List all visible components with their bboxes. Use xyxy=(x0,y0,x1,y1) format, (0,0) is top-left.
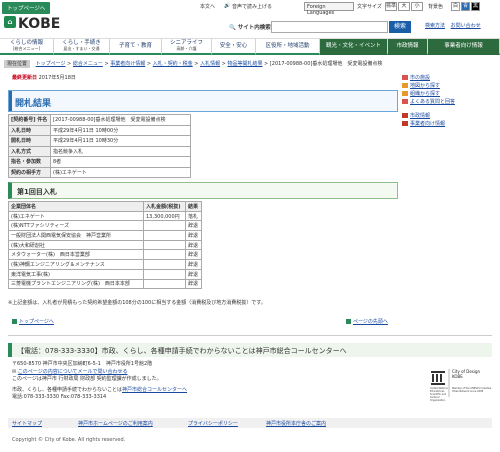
side-link-organization[interactable]: 組織から探す xyxy=(402,90,497,97)
bg-black-button[interactable]: 黒 xyxy=(471,2,480,11)
size-standard-button[interactable]: 標準 xyxy=(385,2,397,11)
breadcrumb-current-label: 現在位置 xyxy=(4,60,31,68)
table-row: (株)神鋼エンジニアリング＆メンテナンス 辞退 xyxy=(8,259,202,270)
nav-item-business[interactable]: 事業者向け情報 xyxy=(428,38,500,55)
page-top-link[interactable]: ページの先頭へ xyxy=(346,318,388,325)
side-link-city-info[interactable]: 市政情報 xyxy=(402,112,497,119)
breadcrumb-item[interactable]: 物品等開札結果 xyxy=(227,61,262,67)
speaker-icon: 🔊 xyxy=(224,3,231,9)
unesco-org-text: United Nations Educational, Scientific a… xyxy=(430,387,448,402)
read-aloud-button[interactable]: 音声で読み上げる xyxy=(232,3,272,10)
table-row: (株)NTTファシリティーズ 辞退 xyxy=(8,220,202,232)
section-heading: 第1回目入札 xyxy=(8,182,398,199)
table-row: メタウォーター(株) 西日本営業部 辞退 xyxy=(8,249,202,261)
business-icon xyxy=(402,121,408,126)
language-select[interactable]: Foreign Languages xyxy=(304,2,354,16)
kobe-logo[interactable]: ⌂ KOBE xyxy=(4,16,60,32)
nav-item-senior[interactable]: シニアライフ 高齢・介護 xyxy=(162,38,212,55)
footer-link-guide[interactable]: 神戸市ホームページのご利用案内 xyxy=(78,420,153,427)
contact-address: 〒650-8570 神戸市中央区加納町6-5-1 神戸市役所1号館2階 ✉ この… xyxy=(12,361,188,400)
bg-white-button[interactable]: 白 xyxy=(451,2,460,11)
table-row: (株)大和研創社 辞退 xyxy=(8,239,202,251)
side-link-map[interactable]: 地図から探す xyxy=(402,82,497,89)
skip-to-body-link[interactable]: 本文へ xyxy=(200,3,215,10)
nav-item-tourism[interactable]: 観光・文化・イベント xyxy=(320,38,388,55)
facility-icon xyxy=(402,75,408,80)
nav-item-life-info[interactable]: くらしの情報 [総合メニュー] xyxy=(0,38,54,55)
breadcrumb-item[interactable]: 事業者向け情報 xyxy=(110,61,145,67)
footer-link-city-hall[interactable]: 神戸市役所本庁舎のご案内 xyxy=(266,420,326,427)
breadcrumb-item[interactable]: 入札情報 xyxy=(200,61,220,67)
table-row: 一般財団法人関西電気保安協会 神戸営業所 辞退 xyxy=(8,230,202,241)
search-input[interactable] xyxy=(271,21,388,33)
size-small-button[interactable]: 小 xyxy=(411,2,423,11)
city-info-icon xyxy=(402,113,408,118)
price-note: ※上記金額は、入札者が見積もった契約希望金額の108分の100に相当する金額（消… xyxy=(8,300,266,306)
page-title-box: 開札結果 xyxy=(8,90,398,112)
kobe-emblem-icon: ⌂ xyxy=(4,16,16,28)
table-row: 指名・参加数 8者 xyxy=(8,156,191,168)
to-top-button[interactable]: トップページへ xyxy=(2,2,51,14)
arrow-icon xyxy=(12,319,17,324)
side-menu: 市の施設 地図から探す 組織から探す よくある質問と回答 市政情報 事業者向け情… xyxy=(402,74,497,128)
nav-item-procedures[interactable]: くらし・手続き 届出・すまい・交通 xyxy=(54,38,110,55)
breadcrumb-current: [2017-00988-00]垂水処理場他 受変電設備点検 xyxy=(269,61,383,67)
bid-info-table: [契約番号] 件名 [2017-00988-00]垂水処理場他 受変電設備点検 入… xyxy=(8,114,191,178)
footer-link-sitemap[interactable]: サイトマップ xyxy=(12,420,42,427)
call-center-link[interactable]: 神戸市総合コールセンターへ xyxy=(122,387,187,393)
breadcrumb: 現在位置 トップページ > 総合メニュー > 事業者向け情報 > 入札・契約・税… xyxy=(4,60,383,68)
arrow-up-icon xyxy=(346,319,351,324)
search-label: 🔍 サイト内検索 xyxy=(229,25,271,31)
to-top-link[interactable]: トップページへ xyxy=(12,318,54,325)
size-large-button[interactable]: 大 xyxy=(398,2,410,11)
header-links: 検索方法 お問い合わせ xyxy=(425,22,481,29)
table-header-row: 企業団体名 入札金額(税抜) 結果 xyxy=(8,201,202,212)
call-center-banner: 【電話：078-333-3330】市政、くらし、各種申請手続でわからないことは神… xyxy=(8,343,492,357)
page-title: 開札結果 xyxy=(15,99,52,109)
footer-links: サイトマップ 神戸市ホームページのご利用案内 プライバシーポリシー 神戸市役所本… xyxy=(8,418,492,428)
nav-item-safety[interactable]: 安全・安心 xyxy=(212,38,256,55)
unesco-city-text: City of Design KOBE xyxy=(452,369,481,379)
breadcrumb-item[interactable]: トップページ xyxy=(36,61,66,67)
text-size-label: 文字サイズ xyxy=(357,4,382,10)
table-row: (株)エネゲート 13,300,000円 落札 xyxy=(8,210,202,222)
table-row: [契約番号] 件名 [2017-00988-00]垂水処理場他 受変電設備点検 xyxy=(8,114,191,126)
breadcrumb-item[interactable]: 総合メニュー xyxy=(73,61,103,67)
global-nav: くらしの情報 [総合メニュー] くらし・手続き 届出・すまい・交通 子育て・教育 シ… xyxy=(0,38,500,55)
faq-icon xyxy=(402,99,408,104)
bg-blue-button[interactable]: 青 xyxy=(461,2,470,11)
footer-link-privacy[interactable]: プライバシーポリシー xyxy=(188,420,238,427)
table-row: 東洋電気工事(株) 辞退 xyxy=(8,268,202,280)
table-row: 三菱電機プラントエンジニアリング(株) 西日本本部 辞退 xyxy=(8,278,202,290)
table-row: 開札日時 平成29年4月11日 10時30分 xyxy=(8,135,191,147)
last-updated: 最終更新日 2017年5月18日 xyxy=(12,75,76,81)
utility-bar: トップページへ 本文へ 🔊 音声で読み上げる Foreign Languages… xyxy=(0,0,500,16)
side-link-facilities[interactable]: 市の施設 xyxy=(402,74,497,81)
contact-link[interactable]: お問い合わせ xyxy=(451,23,481,29)
copyright: Copyright © City of Kobe. All rights res… xyxy=(12,437,126,443)
search-button[interactable]: 検索 xyxy=(389,21,411,33)
nav-item-childcare[interactable]: 子育て・教育 xyxy=(110,38,162,55)
breadcrumb-item[interactable]: 入札・契約・税金 xyxy=(153,61,193,67)
table-row: 入札日時 平成29年4月11日 10時00分 xyxy=(8,124,191,136)
side-link-faq[interactable]: よくある質問と回答 xyxy=(402,98,497,105)
unesco-city-of-design-logo: City of Design KOBE United Nations Educa… xyxy=(430,368,492,402)
table-row: 入札方式 指名競争入札 xyxy=(8,145,191,157)
organization-icon xyxy=(402,91,408,96)
nav-item-city-info[interactable]: 市政情報 xyxy=(388,38,428,55)
map-icon xyxy=(402,83,408,88)
bg-color-label: 背景色 xyxy=(428,4,444,10)
mail-contact-link[interactable]: このページの内容についてメールで問い合わせる xyxy=(18,369,128,375)
unesco-network-text: Member of the UNESCO Creative Cities Net… xyxy=(452,387,492,393)
table-row: 契約の相手方 (株)エネゲート xyxy=(8,166,191,178)
nav-item-ward-office[interactable]: 区役所・地域活動 xyxy=(256,38,320,55)
bid-result-table: 企業団体名 入札金額(税抜) 結果 (株)エネゲート 13,300,000円 落札 (株… xyxy=(8,201,202,290)
side-link-business[interactable]: 事業者向け情報 xyxy=(402,120,497,127)
site-search: 🔍 サイト内検索 検索 xyxy=(229,21,419,33)
mail-icon: ✉ xyxy=(12,368,17,375)
search-help-link[interactable]: 検索方法 xyxy=(425,23,445,29)
